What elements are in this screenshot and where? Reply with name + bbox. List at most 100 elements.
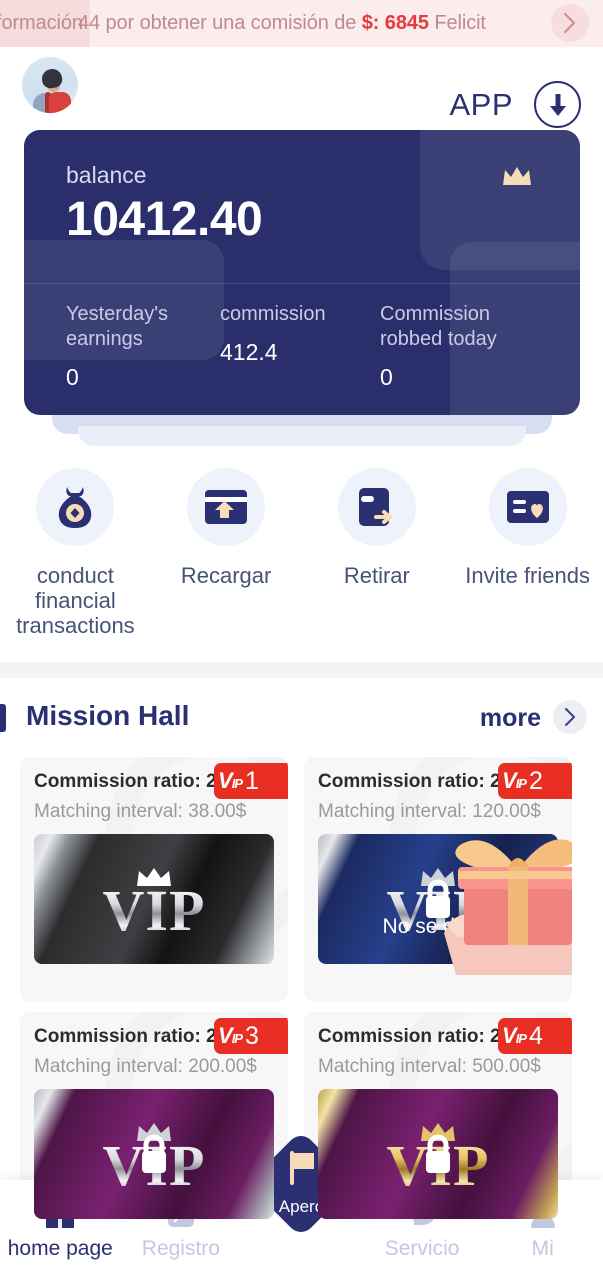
vip-badge-sub: IP	[231, 1031, 243, 1046]
action-recargar[interactable]: Recargar	[151, 468, 302, 638]
vip-card-image: VIP No se desbl	[318, 834, 558, 964]
chevron-right-icon	[565, 708, 575, 726]
notice-prefix: 44 por obtener una comisión de	[78, 12, 362, 34]
commission-ratio-label: Commission ratio:	[34, 1026, 201, 1047]
wallet-withdraw-icon	[358, 488, 392, 526]
notice-suffix: Felicit	[428, 12, 486, 34]
app-download-button[interactable]	[534, 81, 581, 128]
money-bag-icon	[59, 487, 92, 528]
notice-next-button[interactable]	[551, 4, 589, 42]
vip-badge: VIP 2	[498, 763, 572, 799]
vip-badge-number: 1	[244, 766, 259, 795]
tab-label: home page	[7, 1237, 113, 1260]
section-divider	[0, 662, 603, 678]
stat-label: Commission robbed today	[380, 303, 497, 350]
chevron-right-icon	[563, 12, 576, 34]
stat-label: commission	[220, 303, 326, 325]
vip-badge: VIP 3	[214, 1018, 288, 1054]
stat-commission-robbed-today: Commission robbed today 0	[380, 302, 580, 391]
card-shadow-layer-2	[78, 426, 526, 446]
notice-tail-text: formación	[0, 12, 83, 34]
vip-artwork: VIP	[102, 867, 206, 944]
vip-badge: VIP 4	[498, 1018, 572, 1054]
balance-divider	[24, 283, 580, 284]
quick-actions: conduct financial transactions Recargar	[0, 468, 603, 638]
balance-label: balance	[66, 162, 147, 188]
commission-ratio-label: Commission ratio:	[318, 1026, 485, 1047]
mission-card[interactable]: Commission ratio: 20% Matching interval:…	[20, 757, 288, 1002]
stat-value: 0	[380, 364, 393, 390]
lock-icon	[142, 1134, 166, 1173]
vip-card-image: VIP	[34, 834, 274, 964]
matching-interval-row: Matching interval: 120.00$	[318, 801, 558, 823]
matching-interval-value: 38.00$	[188, 801, 247, 822]
action-invite-friends[interactable]: Invite friends	[452, 468, 603, 638]
matching-interval-value: 120.00$	[472, 801, 541, 822]
lock-icon	[426, 1134, 450, 1173]
notice-amount: $: 6845	[361, 12, 429, 34]
notice-head-text: 44 por obtener una comisión de $: 6845 F…	[78, 12, 486, 35]
lock-text: No se desbl	[382, 914, 494, 938]
avatar-bag	[49, 92, 71, 113]
page-title: Mission Hall	[26, 700, 190, 731]
download-arrow-icon	[549, 93, 566, 116]
page-header: APP	[0, 47, 603, 128]
action-retirar[interactable]: Retirar	[302, 468, 453, 638]
flag-icon	[290, 1151, 315, 1185]
matching-interval-value: 200.00$	[188, 1056, 257, 1077]
vip-wordmark: VIP	[102, 878, 206, 944]
stat-yesterday-earnings: Yesterday's earnings 0	[24, 302, 220, 391]
more-link[interactable]: more	[480, 704, 541, 733]
vip-badge-text: VIP	[218, 1023, 243, 1048]
action-icon-wrap	[488, 468, 567, 546]
vip-badge-text: VIP	[502, 1023, 527, 1048]
vip-badge-text: VIP	[218, 768, 243, 793]
more-button[interactable]	[553, 700, 587, 734]
action-label: conduct financial transactions	[16, 563, 135, 638]
notice-banner[interactable]: formación 44 por obtener una comisión de…	[0, 0, 603, 47]
avatar[interactable]	[22, 57, 78, 113]
notice-marquee: formación 44 por obtener una comisión de…	[0, 0, 560, 47]
vip-badge-number: 2	[528, 766, 543, 795]
matching-interval-row: Matching interval: 38.00$	[34, 801, 274, 823]
vip-card-image: VIP	[318, 1089, 558, 1219]
action-label: Invite friends	[465, 563, 590, 588]
vip-badge-number: 4	[528, 1021, 543, 1050]
tab-label: Mi	[531, 1237, 554, 1260]
vip-badge-sub: IP	[515, 1031, 527, 1046]
action-label: Recargar	[180, 563, 272, 588]
vip-badge: VIP 1	[214, 763, 288, 799]
action-icon-wrap	[36, 468, 115, 546]
card-heart-icon	[506, 491, 549, 523]
vip-badge-sub: IP	[231, 776, 243, 791]
matching-interval-value: 500.00$	[472, 1056, 541, 1077]
balance-card[interactable]: balance 10412.40 Yesterday's earnings 0 …	[24, 130, 580, 415]
vip-badge-sub: IP	[515, 776, 527, 791]
matching-interval-label: Matching interval:	[34, 1056, 183, 1077]
app-download-label[interactable]: APP	[449, 87, 513, 123]
mission-hall-header: Mission Hall more	[0, 700, 603, 744]
crown-icon	[503, 167, 531, 185]
action-icon-wrap	[187, 468, 266, 546]
stat-value: 412.4	[220, 339, 278, 365]
tab-label: Registro	[141, 1237, 220, 1260]
action-conduct-financial-transactions[interactable]: conduct financial transactions	[0, 468, 151, 638]
stat-commission: commission 412.4	[220, 302, 380, 391]
section-accent-bar	[0, 704, 6, 732]
vip-card-image: VIP	[34, 1089, 274, 1219]
commission-ratio-label: Commission ratio:	[318, 771, 485, 792]
matching-interval-label: Matching interval:	[34, 801, 183, 822]
action-label: Retirar	[343, 563, 410, 588]
tab-label: Servicio	[384, 1237, 460, 1260]
matching-interval-row: Matching interval: 200.00$	[34, 1056, 274, 1078]
vip-badge-text: VIP	[502, 768, 527, 793]
mission-card[interactable]: Commission ratio: 22% Matching interval:…	[304, 757, 572, 1002]
matching-interval-row: Matching interval: 500.00$	[318, 1056, 558, 1078]
matching-interval-label: Matching interval:	[318, 801, 467, 822]
matching-interval-label: Matching interval:	[318, 1056, 467, 1077]
stat-label: Yesterday's earnings	[66, 303, 169, 350]
stat-value: 0	[66, 364, 79, 390]
balance-stats: Yesterday's earnings 0 commission 412.4 …	[24, 302, 580, 391]
balance-value: 10412.40	[66, 193, 263, 246]
commission-ratio-label: Commission ratio:	[34, 771, 201, 792]
